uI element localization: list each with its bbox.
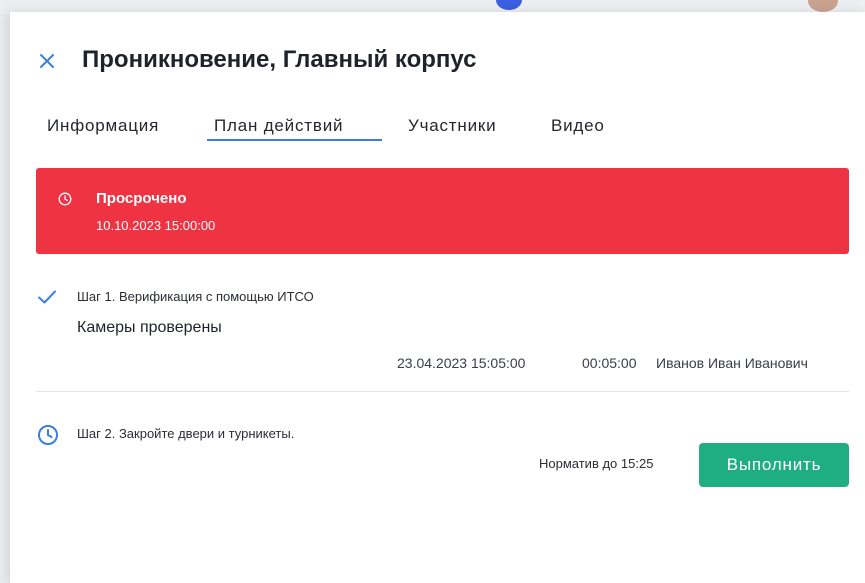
close-icon bbox=[40, 54, 54, 68]
clock-icon bbox=[38, 425, 58, 445]
step-1-title: Шаг 1. Верификация с помощью ИТСО bbox=[77, 289, 314, 304]
close-button[interactable] bbox=[36, 50, 58, 72]
step-1-author: Иванов Иван Иванович bbox=[656, 355, 808, 371]
check-icon bbox=[38, 290, 56, 304]
active-tab-indicator bbox=[207, 139, 382, 141]
page-title: Проникновение, Главный корпус bbox=[82, 46, 477, 73]
clock-icon bbox=[58, 192, 72, 206]
step-1-duration: 00:05:00 bbox=[582, 355, 637, 371]
tab-bar: Информация План действий Участники Видео bbox=[0, 116, 865, 146]
step-2-title: Шаг 2. Закройте двери и турникеты. bbox=[77, 426, 295, 441]
step-2-deadline: Норматив до 15:25 bbox=[539, 456, 654, 471]
tab-information[interactable]: Информация bbox=[47, 116, 159, 136]
tab-participants[interactable]: Участники bbox=[408, 116, 496, 136]
complete-step-button[interactable]: Выполнить bbox=[699, 443, 849, 487]
step-1-date: 23.04.2023 15:05:00 bbox=[397, 355, 526, 371]
step-1-result: Камеры проверены bbox=[77, 319, 222, 336]
tab-video[interactable]: Видео bbox=[551, 116, 605, 136]
alert-title: Просрочено bbox=[96, 190, 187, 207]
step-divider bbox=[36, 391, 849, 392]
tab-action-plan[interactable]: План действий bbox=[214, 116, 343, 136]
alert-datetime: 10.10.2023 15:00:00 bbox=[96, 218, 216, 233]
overdue-alert: Просрочено 10.10.2023 15:00:00 bbox=[36, 168, 849, 254]
